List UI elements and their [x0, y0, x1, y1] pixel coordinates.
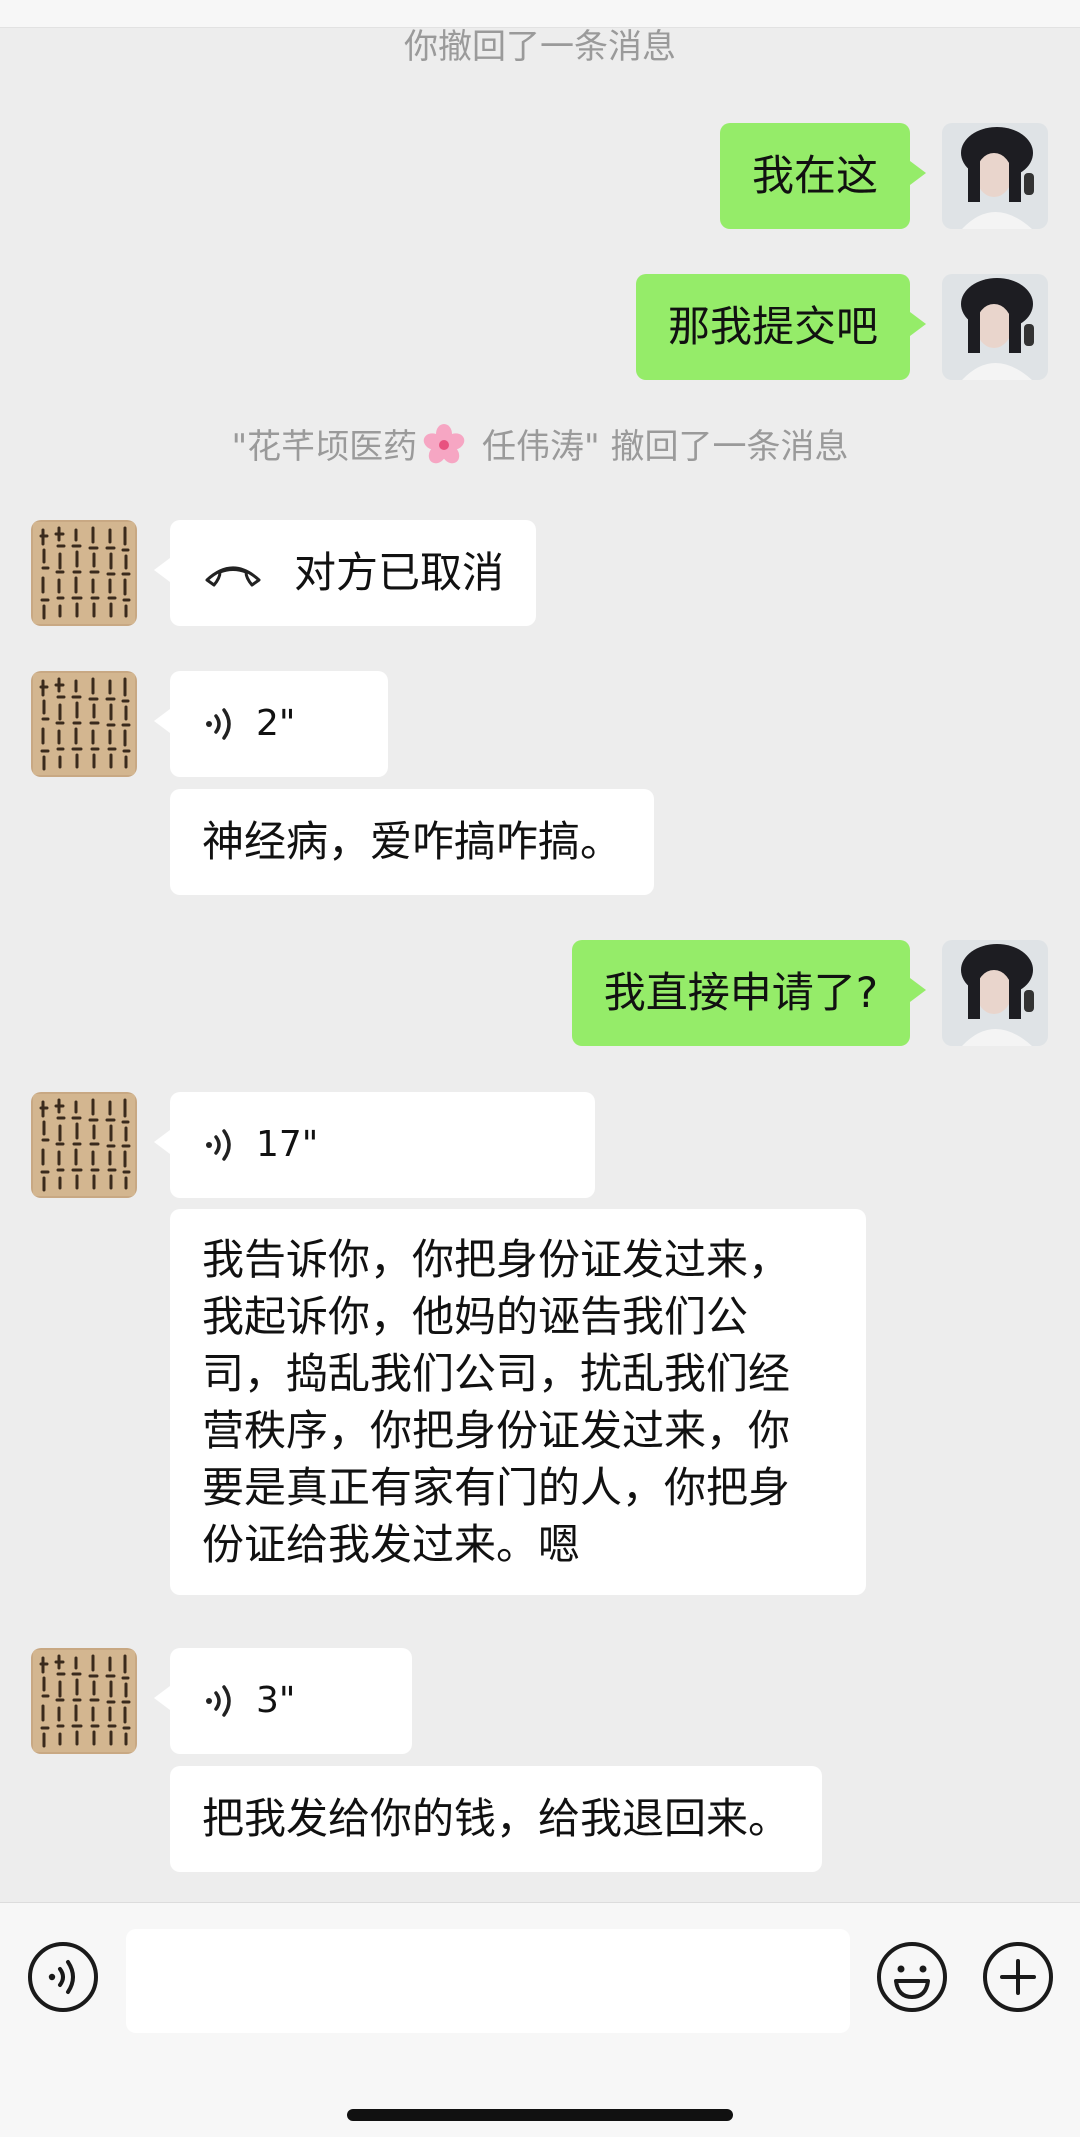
avatar-contact-image — [31, 1092, 137, 1198]
message-input[interactable] — [126, 1929, 850, 2033]
avatar-contact-image — [31, 520, 137, 626]
home-indicator[interactable] — [347, 2109, 733, 2121]
call-status-text: 对方已取消 — [294, 548, 505, 597]
avatar-contact[interactable] — [31, 671, 137, 777]
avatar-contact-image — [31, 671, 137, 777]
voice-wave-icon — [206, 708, 231, 740]
avatar-self-image — [942, 123, 1048, 229]
avatar-contact[interactable] — [31, 520, 137, 626]
plus-icon[interactable] — [982, 1941, 1054, 2013]
message-bubble-right[interactable]: 我直接申请了? — [571, 940, 927, 1046]
call-cancelled-bubble[interactable]: 对方已取消 — [153, 520, 537, 626]
avatar-contact[interactable] — [31, 1092, 137, 1198]
avatar-self[interactable] — [942, 940, 1048, 1046]
voice-duration: 2" — [256, 703, 296, 744]
voice-input-icon[interactable] — [27, 1941, 99, 2013]
voice-message-bubble[interactable]: 17" — [154, 1092, 595, 1198]
voice-wave-icon — [206, 1129, 231, 1161]
flower-emoji-icon — [423, 424, 465, 464]
voice-transcript-bubble[interactable]: 把我发给你的钱，给我退回来。 — [170, 1766, 823, 1872]
top-edge — [0, 0, 1080, 28]
recall-other-suffix: 任伟涛" 撤回了一条消息 — [471, 427, 849, 467]
avatar-self[interactable] — [942, 274, 1048, 380]
avatar-contact[interactable] — [31, 1648, 137, 1754]
system-recall-other: "花芊顷医药 任伟涛" 撤回了一条消息 — [0, 424, 1080, 467]
voice-wave-icon — [206, 1685, 231, 1717]
emoji-icon[interactable] — [876, 1941, 948, 2013]
avatar-self-image — [942, 274, 1048, 380]
voice-message-bubble[interactable]: 3" — [154, 1648, 412, 1754]
voice-transcript-bubble[interactable]: 神经病，爱咋搞咋搞。 — [170, 789, 655, 895]
message-bubble-right[interactable]: 我在这 — [719, 123, 927, 229]
voice-message-bubble[interactable]: 2" — [154, 671, 388, 777]
system-recall-self: 你撤回了一条消息 — [404, 27, 676, 67]
avatar-self-image — [942, 940, 1048, 1046]
message-bubble-right[interactable]: 那我提交吧 — [635, 274, 927, 380]
avatar-self[interactable] — [942, 123, 1048, 229]
avatar-contact-image — [31, 1648, 137, 1754]
voice-transcript-bubble[interactable]: 我告诉你，你把身份证发过来， 我起诉你，他妈的诬告我们公 司，捣乱我们公司，扰乱… — [170, 1209, 866, 1595]
recall-other-prefix: "花芊顷医药 — [231, 427, 418, 467]
voice-duration: 3" — [256, 1680, 296, 1721]
phone-hangup-icon — [205, 566, 261, 587]
input-bar — [0, 1902, 1080, 2137]
voice-duration: 17" — [256, 1124, 319, 1165]
